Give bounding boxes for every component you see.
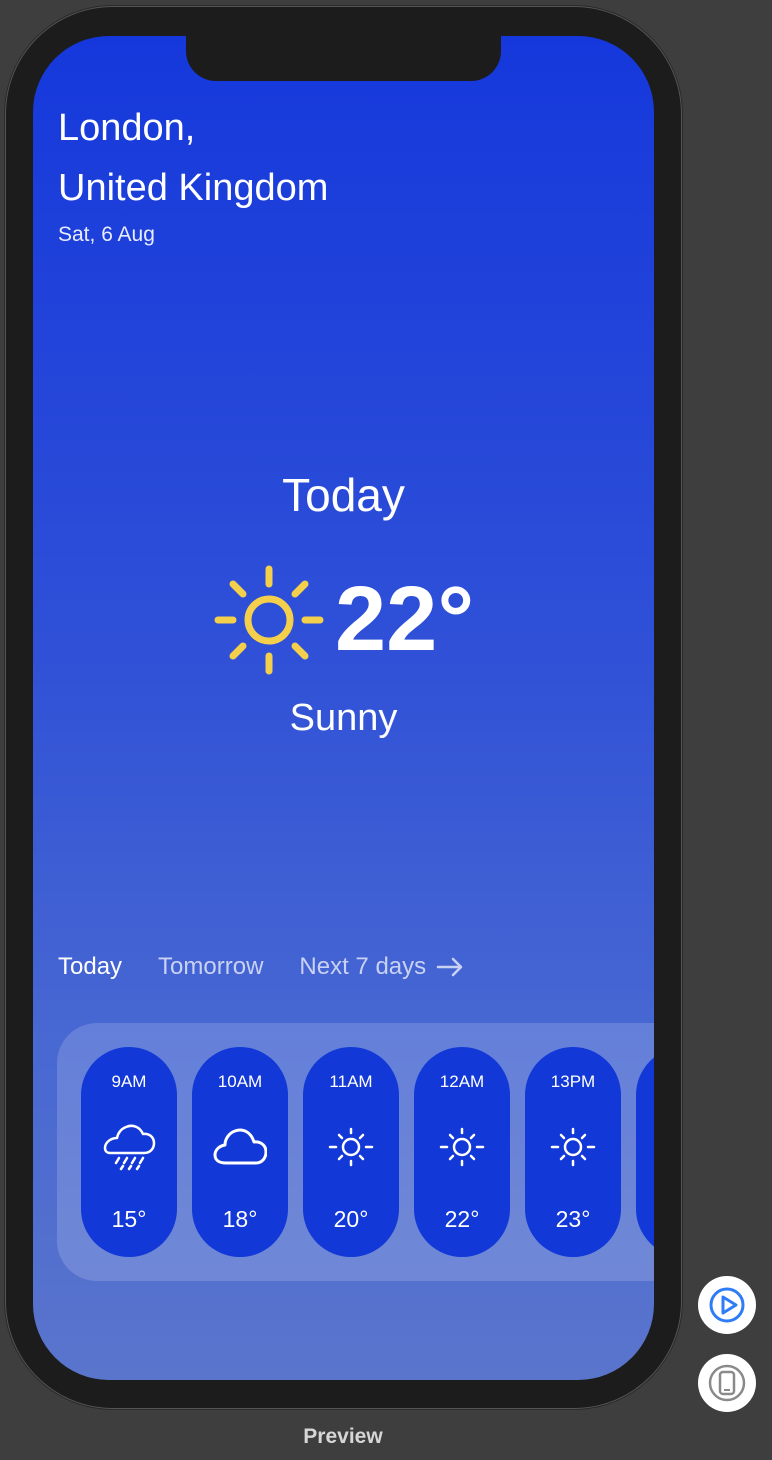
hourly-temperature: 15°: [111, 1206, 147, 1232]
hourly-time: 9AM: [111, 1072, 147, 1091]
tab-tomorrow[interactable]: Tomorrow: [158, 952, 263, 982]
preview-play-button[interactable]: [698, 1276, 756, 1334]
sun-icon: [439, 1127, 485, 1167]
tab-next-7-days-label: Next 7 days: [299, 953, 427, 980]
hourly-temperature: 23°: [555, 1206, 591, 1232]
hourly-card-12am[interactable]: 12AM 22°: [414, 1047, 510, 1257]
current-temperature: 22°: [335, 568, 475, 670]
hourly-time: 13PM: [550, 1072, 596, 1091]
current-title: Today: [282, 469, 405, 521]
preview-label: Preview: [303, 1425, 383, 1448]
hourly-card-10am[interactable]: 10AM 18°: [192, 1047, 288, 1257]
hourly-time: 12AM: [439, 1072, 485, 1091]
sun-icon: [214, 565, 324, 675]
sun-icon: [328, 1127, 374, 1167]
hourly-temperature: 20°: [333, 1206, 369, 1232]
cloud-icon: [213, 1128, 267, 1165]
current-temperature-row: 22°: [213, 562, 513, 677]
forecast-tabs: Today Tomorrow Next 7 days: [58, 948, 500, 986]
weather-screen: London, United Kingdom Sat, 6 Aug Today …: [33, 36, 654, 1380]
hourly-time: 10AM: [217, 1072, 263, 1091]
tab-today-label: Today: [58, 953, 123, 980]
rain-cloud-icon: [103, 1124, 156, 1171]
arrow-right-icon: [436, 957, 463, 977]
hourly-card-13pm[interactable]: 13PM 23°: [525, 1047, 621, 1257]
hourly-time: 11AM: [329, 1072, 373, 1091]
preview-device-button[interactable]: [698, 1354, 756, 1412]
tab-next-7-days[interactable]: Next 7 days: [299, 952, 464, 982]
hourly-card-partial[interactable]: [636, 1047, 654, 1257]
play-icon: [709, 1287, 745, 1323]
current-condition: Sunny: [289, 697, 398, 739]
current-date: Sat, 6 Aug: [58, 223, 155, 246]
device-notch: [186, 36, 501, 81]
hourly-card-9am[interactable]: 9AM 15°: [81, 1047, 177, 1257]
location-country: United Kingdom: [58, 167, 329, 209]
hourly-temperature: 22°: [444, 1206, 480, 1232]
sun-icon: [550, 1127, 596, 1167]
tab-today[interactable]: Today: [58, 952, 122, 982]
location-city: London,: [58, 107, 196, 149]
tab-tomorrow-label: Tomorrow: [158, 953, 264, 980]
hourly-temperature: 18°: [222, 1206, 258, 1232]
hourly-card-11am[interactable]: 11AM 20°: [303, 1047, 399, 1257]
device-icon: [708, 1364, 746, 1402]
